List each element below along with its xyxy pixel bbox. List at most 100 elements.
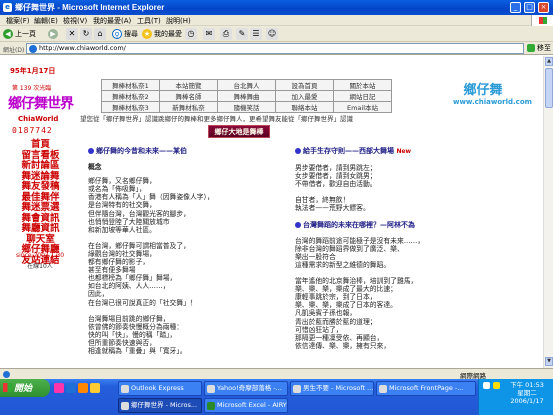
- page-loaded-icon: [3, 371, 10, 378]
- sidebar-link-halls[interactable]: 舞廳資訊: [8, 223, 73, 235]
- scroll-thumb[interactable]: [545, 68, 553, 108]
- stop-icon[interactable]: ✕: [66, 28, 78, 40]
- mail-icon[interactable]: ✉: [203, 28, 215, 40]
- search-icon: ⚲: [112, 29, 122, 39]
- text-line: 快的叫「快」，慢的稱「踏」，: [88, 330, 177, 339]
- banner[interactable]: 鄉仔大地是舞棒: [208, 125, 270, 138]
- article-left: 鄉仔舞的今昔和未來——某伯 概念 鄉仔舞，又名鄉仔舞， 或名為「佈吸舞」， 香港…: [88, 147, 278, 355]
- nav-cell[interactable]: 本站簡覽: [159, 79, 218, 91]
- online-count: 在線10人: [27, 263, 53, 270]
- ie-window: e 鄉仔舞世界 - Microsoft Internet Explorer _ …: [0, 0, 553, 415]
- scroll-up-icon[interactable]: ▲: [545, 57, 553, 66]
- go-button[interactable]: 移至: [527, 43, 551, 54]
- text-line: 綠觀台灣的社交舞場，: [88, 249, 156, 258]
- sidebar-link-submit[interactable]: 舞友發稿: [8, 181, 73, 193]
- back-button[interactable]: ◀ 上一頁: [3, 28, 36, 40]
- discuss-icon[interactable]: ☰: [250, 28, 262, 40]
- menu-favorites[interactable]: 我的最愛(A): [93, 16, 131, 26]
- text-line: 但所重節奏快速與否，: [88, 338, 156, 347]
- nav-cell[interactable]: 舞棒名師: [159, 90, 218, 102]
- text-line: 相逢就稱為「重叠」與「寬牙」。: [88, 346, 187, 355]
- media-quicklaunch-icon[interactable]: [78, 383, 88, 393]
- top-nav-table: 舞棒材私奈1 本站簡覽 台北舞人 設為首頁 關於本站 舞棒材私奈2 舞棒名師 舞…: [101, 79, 392, 113]
- menu-view[interactable]: 檢視(V): [63, 16, 87, 26]
- text-line: 是台灣特有的社交舞，: [88, 201, 156, 210]
- text-line: 依曾佛的節奏快慢概分為兩種：: [88, 322, 184, 331]
- maximize-button[interactable]: □: [524, 2, 535, 13]
- visit-count: 第 139 次光臨: [12, 85, 52, 92]
- forward-button[interactable]: ▶: [48, 28, 60, 40]
- print-icon[interactable]: ⎙: [220, 28, 232, 40]
- sidebar-link-forum[interactable]: 新討論區: [8, 160, 73, 172]
- task-yahoo[interactable]: Yahoo!奇摩部落格 -...: [204, 381, 288, 396]
- address-label: 網址(D): [3, 47, 25, 54]
- page-icon: [29, 45, 37, 53]
- menu-help[interactable]: 說明(H): [166, 16, 191, 26]
- excel-icon: [207, 402, 215, 410]
- nav-cell[interactable]: 舞棒舞曲: [217, 90, 276, 102]
- nav-cell[interactable]: 關於本站: [333, 79, 392, 91]
- nav-cell[interactable]: Email本站: [333, 101, 392, 113]
- sidebar-date: 95年1月17日: [10, 67, 56, 75]
- marquee-text: 望您從「鄉仔舞世界」認識跳鄉仔的舞棒和更多鄉仔舞人，更希望舞友能從「鄉仔舞世界」…: [80, 115, 353, 123]
- task-browser[interactable]: 男生不要 - Microsoft ...: [290, 381, 374, 396]
- bullet-icon: [295, 148, 301, 154]
- volume-icon[interactable]: [493, 382, 500, 389]
- vertical-scrollbar[interactable]: ▲ ▼: [543, 56, 553, 368]
- address-input[interactable]: http://www.chiaworld.com/: [26, 43, 524, 54]
- nav-cell[interactable]: 加入最愛: [275, 90, 334, 102]
- messenger-icon[interactable]: ☺: [266, 28, 278, 40]
- text-line: 執法者——荒野大鏢客。: [295, 204, 370, 213]
- close-button[interactable]: ×: [538, 2, 549, 13]
- hit-counter: 0187742: [12, 126, 53, 135]
- nav-cell[interactable]: 台北舞人: [217, 79, 276, 91]
- favorites-button[interactable]: ★ 我的最愛: [142, 28, 182, 40]
- menu-tools[interactable]: 工具(T): [137, 16, 161, 26]
- menu-edit[interactable]: 編輯(E): [34, 16, 58, 26]
- edit-icon[interactable]: ✎: [236, 28, 248, 40]
- clock-time: 下午 01:53: [510, 381, 544, 389]
- scroll-down-icon[interactable]: ▼: [545, 357, 553, 366]
- window-title: 鄉仔舞世界 - Microsoft Internet Explorer: [15, 3, 165, 12]
- network-icon[interactable]: [483, 382, 490, 389]
- brand-en: www.chiaworld.com: [453, 98, 532, 106]
- quicklaunch-icon[interactable]: [54, 383, 64, 393]
- nav-cell[interactable]: 新舞材私奈: [159, 101, 218, 113]
- minimize-button[interactable]: _: [510, 2, 521, 13]
- clock[interactable]: 下午 01:53 星期二 2006/1/17: [505, 381, 549, 405]
- bullet-icon: [295, 221, 301, 228]
- brand-cn: 鄉仔舞: [463, 83, 503, 98]
- task-frontpage[interactable]: Microsoft FrontPage -...: [376, 381, 476, 396]
- new-badge: New: [396, 148, 412, 155]
- start-button[interactable]: 開始: [0, 379, 50, 397]
- nav-cell[interactable]: 舞棒材私奈1: [101, 79, 160, 91]
- home-icon[interactable]: ⌂: [94, 28, 106, 40]
- article-heading-2[interactable]: 台灣舞蹈的未來在哪裡？—阿林不為: [295, 221, 535, 229]
- nav-cell[interactable]: 舞棒材私奈2: [101, 90, 160, 102]
- nav-cell[interactable]: 設為首頁: [275, 79, 334, 91]
- site-logo[interactable]: 鄉仔舞世界: [8, 93, 74, 113]
- sidebar-link-vote[interactable]: 舞迷票選: [8, 202, 73, 214]
- article-heading[interactable]: 給手生存守則——西部大舞場 New: [295, 147, 535, 156]
- go-arrow-icon: [527, 44, 535, 52]
- history-icon[interactable]: ◷: [185, 28, 197, 40]
- ie-quicklaunch-icon[interactable]: [66, 383, 76, 393]
- sidebar-link-home[interactable]: 首頁: [8, 139, 73, 151]
- refresh-icon[interactable]: ↻: [80, 28, 92, 40]
- menu-file[interactable]: 檔案(F): [6, 16, 30, 26]
- task-excel[interactable]: Microsoft Excel - AIRY: [204, 398, 288, 413]
- search-button[interactable]: ⚲ 搜尋: [112, 28, 138, 40]
- text-line: 台灣的舞蹈前途可能極子是沒有未來……，: [295, 236, 425, 245]
- text-line: 也悄悄登陸了大陸關放城市: [88, 217, 170, 226]
- task-chiaworld[interactable]: 鄉仔舞世界 - Micros...: [118, 398, 202, 413]
- text-line: 都有鄉仔舞的影子，: [88, 258, 150, 267]
- nav-cell[interactable]: 舞棒材私奈3: [101, 101, 160, 113]
- nav-cell[interactable]: 隨機笑話: [217, 101, 276, 113]
- nav-cell[interactable]: 聯絡本站: [275, 101, 334, 113]
- ie-icon: [207, 385, 215, 393]
- desktop-quicklaunch-icon[interactable]: [90, 383, 100, 393]
- task-outlook[interactable]: Outlook Express: [118, 381, 202, 396]
- nav-cell[interactable]: 網站日記: [333, 90, 392, 102]
- article-heading[interactable]: 鄉仔舞的今昔和未來——某伯: [88, 147, 278, 155]
